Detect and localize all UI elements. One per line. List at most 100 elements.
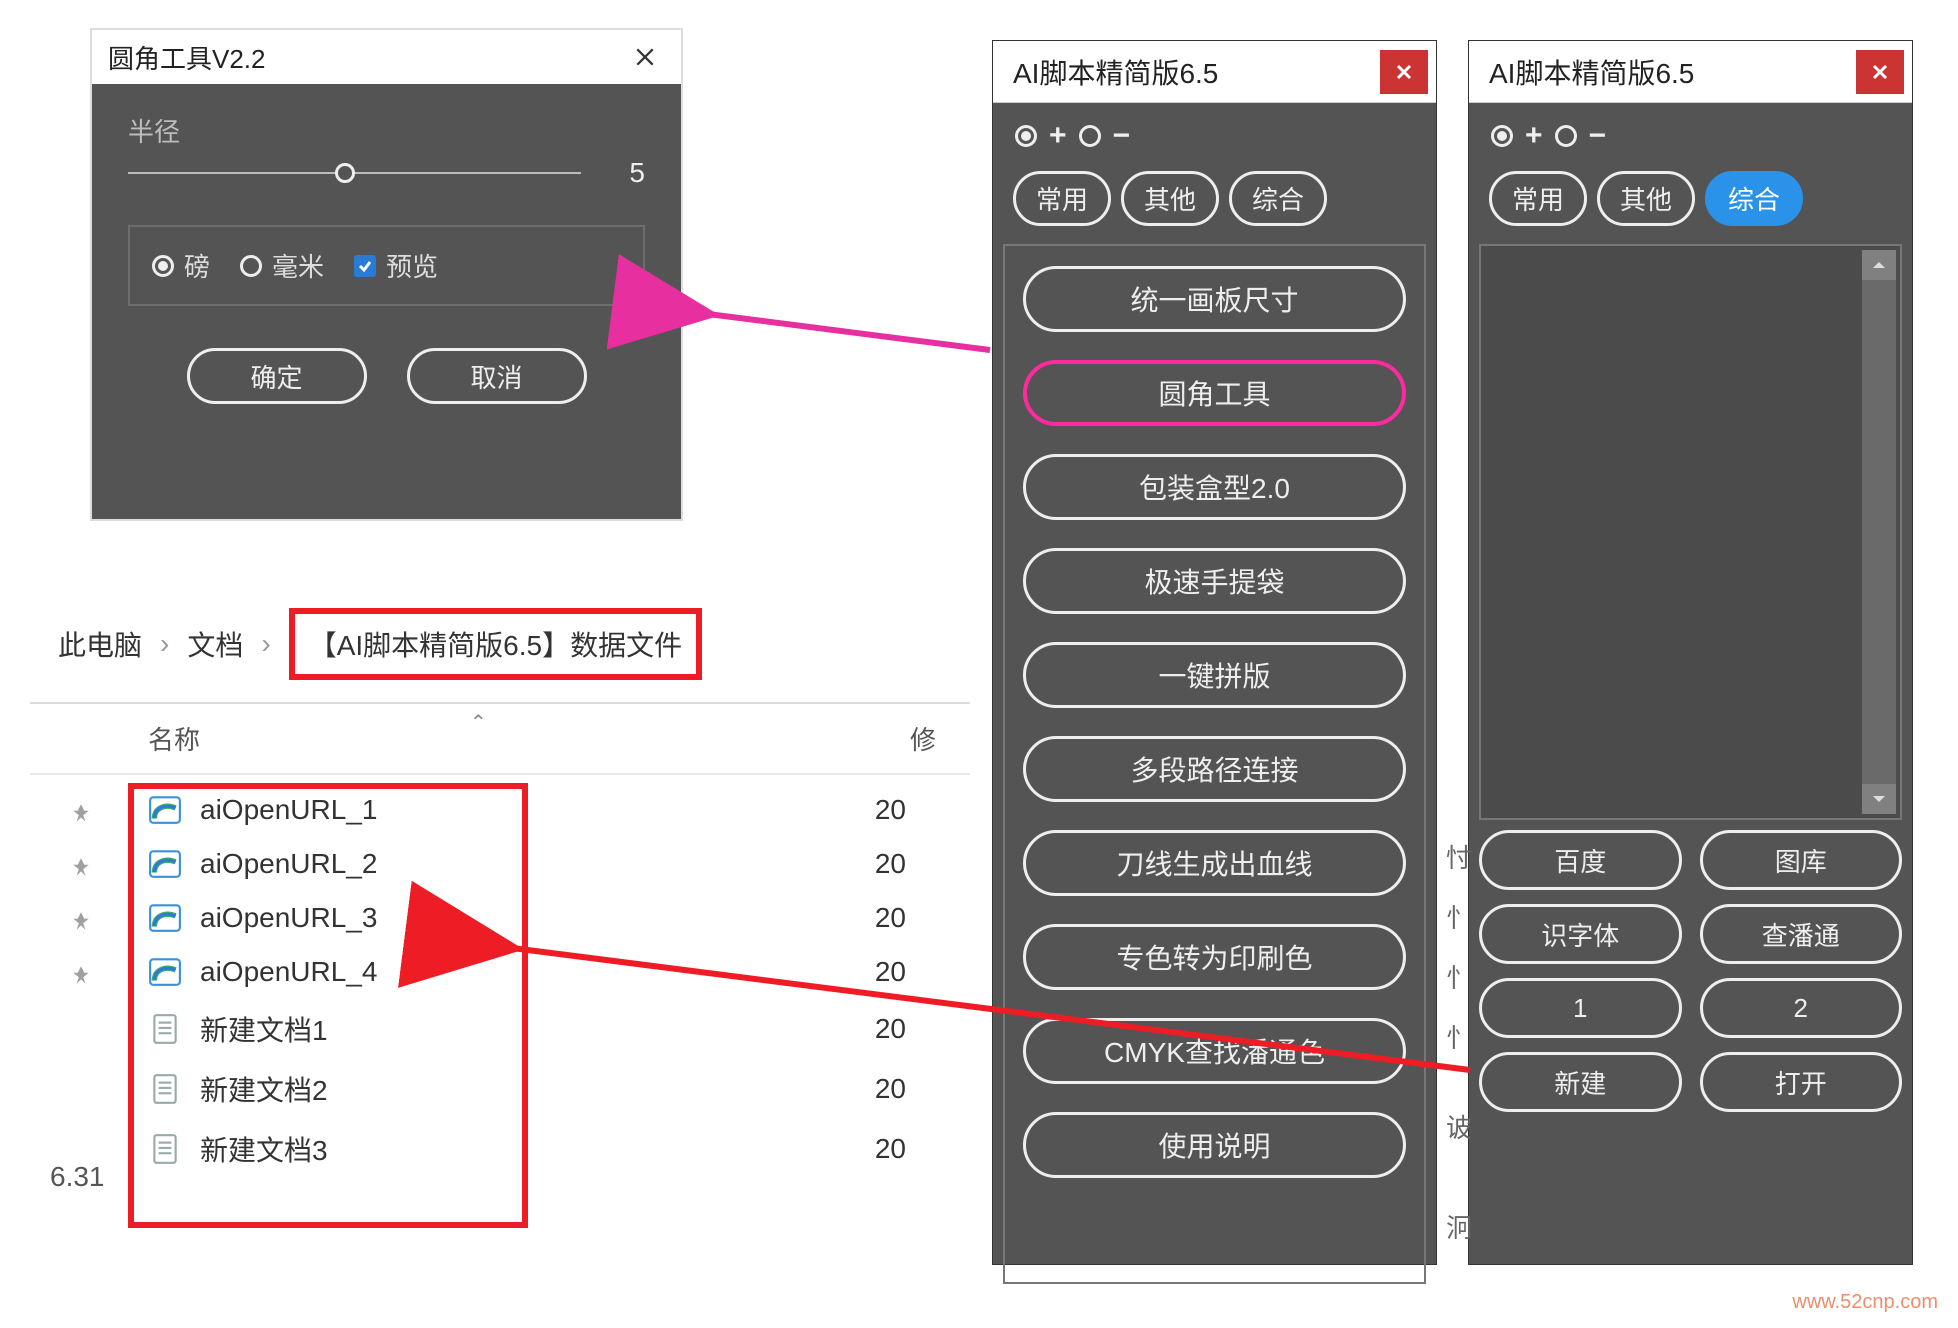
list-item[interactable]: 新建文档2 20 bbox=[30, 1059, 970, 1119]
breadcrumb: 此电脑 › 文档 › 【AI脚本精简版6.5】数据文件 bbox=[30, 590, 970, 704]
file-name: aiOpenURL_4 bbox=[200, 956, 377, 988]
plus-icon: + bbox=[1049, 119, 1067, 153]
radius-slider[interactable] bbox=[128, 163, 581, 183]
crumb-this-pc[interactable]: 此电脑 bbox=[58, 624, 142, 664]
unit-mm-radio[interactable]: 毫米 bbox=[240, 247, 324, 284]
zoom-plus-radio[interactable] bbox=[1015, 125, 1037, 147]
close-icon[interactable] bbox=[625, 37, 665, 77]
cancel-button[interactable]: 取消 bbox=[407, 348, 587, 404]
link-slot-1[interactable]: 1 bbox=[1479, 978, 1682, 1038]
list-item[interactable]: 新建文档3 20 bbox=[30, 1119, 970, 1179]
link-pantone[interactable]: 查潘通 bbox=[1700, 904, 1903, 964]
annotation-arrow-pink bbox=[690, 290, 1000, 370]
scroll-down-icon[interactable] bbox=[1862, 784, 1896, 814]
link-font-id[interactable]: 识字体 bbox=[1479, 904, 1682, 964]
tool-fast-bag[interactable]: 极速手提袋 bbox=[1023, 548, 1406, 614]
watermark: www.52cnp.com bbox=[1792, 1291, 1938, 1314]
tool-die-bleed[interactable]: 刀线生成出血线 bbox=[1023, 830, 1406, 896]
zoom-row: + − bbox=[1469, 103, 1912, 163]
round-corner-dialog: 圆角工具V2.2 半径 5 磅 毫米 bbox=[90, 28, 683, 521]
file-mod: 20 bbox=[875, 848, 906, 880]
ok-button[interactable]: 确定 bbox=[187, 348, 367, 404]
file-list-header: ⌃ 名称 修 bbox=[30, 704, 970, 775]
text-fragment: 忄 bbox=[1446, 898, 1472, 935]
minus-icon: − bbox=[1589, 119, 1607, 153]
file-mod: 20 bbox=[875, 1013, 906, 1045]
tab-comprehensive[interactable]: 综合 bbox=[1705, 171, 1803, 226]
file-name: aiOpenURL_2 bbox=[200, 848, 377, 880]
plus-icon: + bbox=[1525, 119, 1543, 153]
radio-off-icon bbox=[240, 255, 262, 277]
link-open[interactable]: 打开 bbox=[1700, 1052, 1903, 1112]
quick-link-grid: 百度 图库 识字体 查潘通 1 2 新建 打开 bbox=[1479, 830, 1902, 1112]
crumb-data-folder[interactable]: 【AI脚本精简版6.5】数据文件 bbox=[289, 608, 702, 680]
tab-common[interactable]: 常用 bbox=[1489, 171, 1587, 226]
link-gallery[interactable]: 图库 bbox=[1700, 830, 1903, 890]
tool-readme[interactable]: 使用说明 bbox=[1023, 1112, 1406, 1178]
tab-common[interactable]: 常用 bbox=[1013, 171, 1111, 226]
tab-other[interactable]: 其他 bbox=[1597, 171, 1695, 226]
tool-one-click-layout[interactable]: 一键拼版 bbox=[1023, 642, 1406, 708]
unit-pound-label: 磅 bbox=[184, 247, 210, 284]
text-file-icon bbox=[148, 1132, 182, 1166]
file-name: 新建文档1 bbox=[200, 1009, 328, 1049]
close-icon[interactable] bbox=[1856, 50, 1904, 94]
tab-row: 常用 其他 综合 bbox=[1469, 163, 1912, 240]
col-name[interactable]: 名称 bbox=[148, 720, 910, 757]
zoom-plus-radio[interactable] bbox=[1491, 125, 1513, 147]
pin-icon[interactable] bbox=[70, 907, 92, 929]
empty-list bbox=[1479, 244, 1902, 820]
list-item[interactable]: aiOpenURL_2 20 bbox=[30, 837, 970, 891]
tool-multi-path-join[interactable]: 多段路径连接 bbox=[1023, 736, 1406, 802]
script-panel-main: AI脚本精简版6.5 + − 常用 其他 综合 统一画板尺寸 圆角工具 包装盒型… bbox=[992, 40, 1437, 1265]
list-item[interactable]: aiOpenURL_1 20 bbox=[30, 783, 970, 837]
preview-checkbox[interactable]: 预览 bbox=[354, 247, 438, 284]
tab-comprehensive[interactable]: 综合 bbox=[1229, 171, 1327, 226]
tool-spot-to-process[interactable]: 专色转为印刷色 bbox=[1023, 924, 1406, 990]
crumb-documents[interactable]: 文档 bbox=[187, 624, 243, 664]
list-item[interactable]: aiOpenURL_4 20 bbox=[30, 945, 970, 999]
text-fragment: 泂 bbox=[1446, 1208, 1472, 1245]
list-item[interactable]: aiOpenURL_3 20 bbox=[30, 891, 970, 945]
edge-file-icon bbox=[148, 793, 182, 827]
zoom-minus-radio[interactable] bbox=[1079, 125, 1101, 147]
panel-title: AI脚本精简版6.5 bbox=[1489, 52, 1694, 92]
script-panel-secondary: AI脚本精简版6.5 + − 常用 其他 综合 百度 图库 识字体 查潘通 1 … bbox=[1468, 40, 1913, 1265]
pin-icon[interactable] bbox=[70, 961, 92, 983]
unit-mm-label: 毫米 bbox=[272, 247, 324, 284]
minus-icon: − bbox=[1113, 119, 1131, 153]
panel-titlebar: AI脚本精简版6.5 bbox=[993, 41, 1436, 103]
file-list: 6.31 aiOpenURL_1 20 aiOpenURL_2 20 aiOpe… bbox=[30, 783, 970, 1179]
close-icon[interactable] bbox=[1380, 50, 1428, 94]
file-mod: 20 bbox=[875, 1073, 906, 1105]
pin-icon[interactable] bbox=[70, 853, 92, 875]
slider-thumb-icon[interactable] bbox=[335, 163, 355, 183]
sort-asc-icon[interactable]: ⌃ bbox=[470, 710, 487, 735]
text-fragment: 忖 bbox=[1446, 838, 1472, 875]
dialog-titlebar: 圆角工具V2.2 bbox=[92, 30, 681, 84]
unit-row: 磅 毫米 预览 bbox=[128, 225, 645, 306]
scroll-up-icon[interactable] bbox=[1862, 250, 1896, 280]
col-modified[interactable]: 修 bbox=[910, 720, 970, 757]
tab-other[interactable]: 其他 bbox=[1121, 171, 1219, 226]
chevron-right-icon: › bbox=[261, 628, 270, 660]
tool-package-box[interactable]: 包装盒型2.0 bbox=[1023, 454, 1406, 520]
link-slot-2[interactable]: 2 bbox=[1700, 978, 1903, 1038]
tool-cmyk-pantone[interactable]: CMYK查找潘通色 bbox=[1023, 1018, 1406, 1084]
text-fragment: 忄 bbox=[1446, 1018, 1472, 1055]
zoom-minus-radio[interactable] bbox=[1555, 125, 1577, 147]
list-item[interactable]: 新建文档1 20 bbox=[30, 999, 970, 1059]
radio-on-icon bbox=[152, 255, 174, 277]
file-name: 新建文档3 bbox=[200, 1129, 328, 1169]
tool-unify-artboard[interactable]: 统一画板尺寸 bbox=[1023, 266, 1406, 332]
link-baidu[interactable]: 百度 bbox=[1479, 830, 1682, 890]
link-new[interactable]: 新建 bbox=[1479, 1052, 1682, 1112]
tool-round-corner[interactable]: 圆角工具 bbox=[1023, 360, 1406, 426]
file-name: aiOpenURL_3 bbox=[200, 902, 377, 934]
text-file-icon bbox=[148, 1012, 182, 1046]
unit-pound-radio[interactable]: 磅 bbox=[152, 247, 210, 284]
scrollbar[interactable] bbox=[1862, 250, 1896, 814]
pin-icon[interactable] bbox=[70, 799, 92, 821]
radius-slider-row: 5 bbox=[128, 157, 645, 189]
radius-label: 半径 bbox=[128, 112, 645, 149]
